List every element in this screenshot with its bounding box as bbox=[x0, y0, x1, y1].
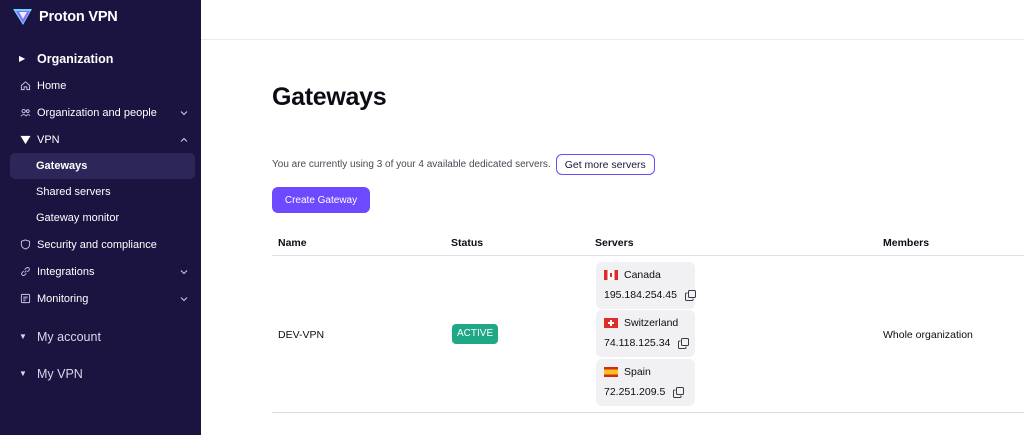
column-header-status[interactable]: Status bbox=[451, 237, 483, 249]
copy-icon[interactable] bbox=[685, 289, 696, 301]
sidebar-subitem-shared-servers[interactable]: Shared servers bbox=[10, 179, 195, 205]
sidebar-item-label: Monitoring bbox=[37, 292, 89, 305]
organization-section-toggle[interactable]: ▶ Organization bbox=[0, 45, 201, 72]
caret-right-icon: ▶ bbox=[19, 54, 26, 63]
sidebar-item-security-and-compliance[interactable]: Security and compliance bbox=[0, 231, 201, 258]
link-icon bbox=[19, 266, 31, 278]
table-row[interactable]: DEV-VPN ACTIVE Canada 195.184.254.45 Swi… bbox=[272, 256, 1024, 413]
server-card: Canada 195.184.254.45 bbox=[596, 262, 696, 309]
brand[interactable]: Proton VPN bbox=[0, 0, 201, 34]
my-account-section-toggle[interactable]: ▼ My account bbox=[0, 323, 201, 350]
column-header-servers[interactable]: Servers bbox=[595, 237, 634, 249]
gateways-table: Name Status Servers Members DEV-VPN ACTI… bbox=[272, 230, 1024, 413]
sidebar-item-label: Organization and people bbox=[37, 106, 157, 119]
server-card: Switzerland 74.118.125.34 bbox=[596, 310, 695, 357]
sidebar: Proton VPN ▶ Organization Home Organizat… bbox=[0, 0, 201, 435]
get-more-servers-button[interactable]: Get more servers bbox=[555, 154, 655, 175]
organization-section-label: Organization bbox=[37, 51, 114, 66]
caret-down-icon: ▼ bbox=[19, 332, 27, 341]
caret-down-icon: ▼ bbox=[19, 369, 27, 378]
server-country: Canada bbox=[624, 269, 661, 281]
people-icon bbox=[19, 107, 31, 119]
server-usage-notice: You are currently using 3 of your 4 avai… bbox=[272, 154, 655, 175]
server-card: Spain 72.251.209.5 bbox=[596, 359, 695, 406]
server-ip: 72.251.209.5 bbox=[604, 386, 666, 398]
spain-flag-icon bbox=[604, 367, 618, 377]
sidebar-subitem-gateways[interactable]: Gateways bbox=[10, 153, 195, 179]
my-vpn-section-label: My VPN bbox=[37, 366, 83, 381]
sidebar-item-home[interactable]: Home bbox=[0, 72, 201, 99]
home-icon bbox=[19, 80, 31, 92]
gateway-members: Whole organization bbox=[883, 329, 973, 341]
chevron-down-icon bbox=[180, 110, 188, 115]
proton-vpn-logo-icon bbox=[13, 9, 32, 25]
sidebar-item-label: Home bbox=[37, 79, 67, 92]
chevron-up-icon bbox=[180, 137, 188, 142]
sidebar-item-organization-and-people[interactable]: Organization and people bbox=[0, 99, 201, 126]
main-content: Gateways You are currently using 3 of yo… bbox=[201, 0, 1024, 435]
sidebar-item-integrations[interactable]: Integrations bbox=[0, 258, 201, 285]
sidebar-subitem-gateway-monitor[interactable]: Gateway monitor bbox=[10, 205, 195, 231]
sidebar-item-label: VPN bbox=[37, 133, 60, 146]
my-account-section-label: My account bbox=[37, 329, 101, 344]
page-title: Gateways bbox=[272, 83, 387, 111]
shield-icon bbox=[19, 239, 31, 251]
brand-name: Proton VPN bbox=[39, 9, 118, 25]
server-country: Spain bbox=[624, 366, 651, 378]
table-header: Name Status Servers Members bbox=[272, 230, 1024, 256]
sidebar-item-label: Security and compliance bbox=[37, 238, 157, 251]
server-usage-text: You are currently using 3 of your 4 avai… bbox=[272, 159, 551, 170]
vpn-icon bbox=[19, 134, 31, 146]
column-header-members[interactable]: Members bbox=[883, 237, 929, 249]
sidebar-item-label: Integrations bbox=[37, 265, 95, 278]
status-badge: ACTIVE bbox=[452, 324, 499, 344]
chevron-down-icon bbox=[180, 296, 188, 301]
server-country: Switzerland bbox=[624, 317, 679, 329]
server-ip: 74.118.125.34 bbox=[604, 337, 671, 349]
gateway-name: DEV-VPN bbox=[278, 329, 325, 341]
create-gateway-button[interactable]: Create Gateway bbox=[272, 187, 370, 213]
copy-icon[interactable] bbox=[678, 337, 690, 349]
chevron-down-icon bbox=[180, 269, 188, 274]
switzerland-flag-icon bbox=[604, 318, 618, 328]
my-vpn-section-toggle[interactable]: ▼ My VPN bbox=[0, 360, 201, 387]
app-window: Proton VPN ▶ Organization Home Organizat… bbox=[0, 0, 1024, 435]
column-header-name[interactable]: Name bbox=[278, 237, 307, 249]
sidebar-item-vpn[interactable]: VPN bbox=[0, 126, 201, 153]
sidebar-item-monitoring[interactable]: Monitoring bbox=[0, 285, 201, 312]
canada-flag-icon bbox=[604, 270, 618, 280]
monitor-icon bbox=[19, 293, 31, 305]
copy-icon[interactable] bbox=[673, 386, 685, 398]
server-ip: 195.184.254.45 bbox=[604, 289, 677, 301]
top-bar bbox=[201, 0, 1024, 40]
